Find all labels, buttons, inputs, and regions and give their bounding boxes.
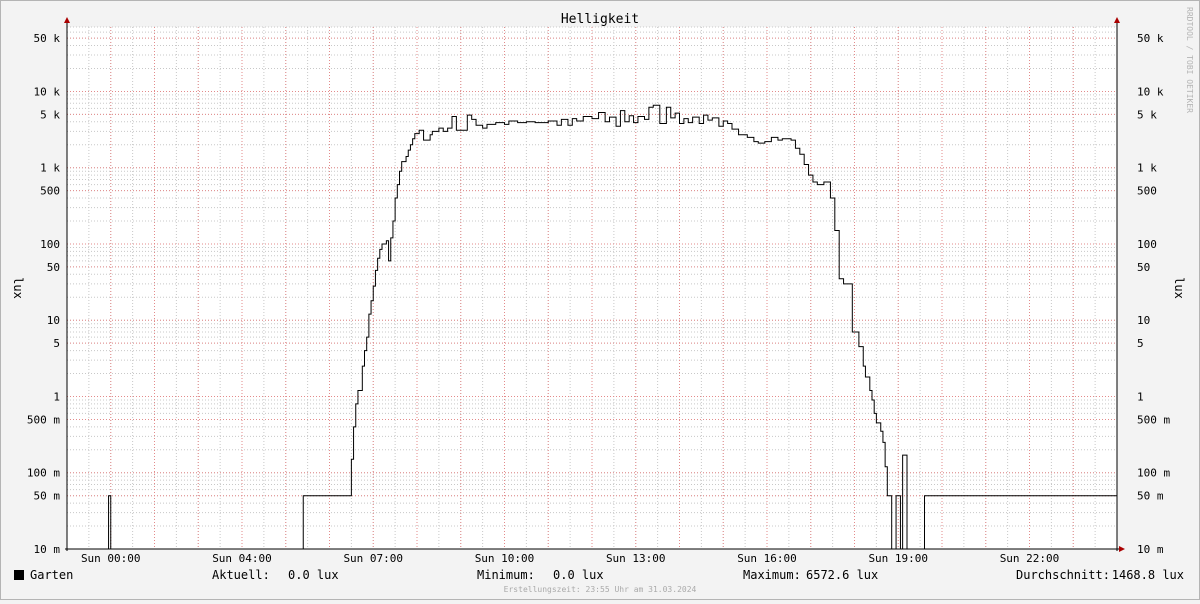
y-tick-label-left: 10 k xyxy=(34,85,61,98)
x-tick-label: Sun 13:00 xyxy=(606,552,666,565)
y-tick-label-left: 5 k xyxy=(40,108,60,121)
y-tick-label-left: 50 m xyxy=(34,490,61,503)
y-tick-label-left: 50 xyxy=(47,261,60,274)
legend-avg-label: Durchschnitt: xyxy=(1016,568,1110,582)
y-tick-label-right: 10 m xyxy=(1137,543,1164,556)
y-tick-label-right: 500 m xyxy=(1137,413,1170,426)
y-tick-label-left: 50 k xyxy=(34,32,61,45)
x-tick-label: Sun 04:00 xyxy=(212,552,272,565)
x-tick-label: Sun 22:00 xyxy=(1000,552,1060,565)
brightness-chart: 10 m 50 m 100 m 500 m 1 5 10 50 100 500 1 k 5 k 10 k… xyxy=(0,0,1200,600)
y-tick-label-left: 500 xyxy=(40,185,60,198)
x-tick-label: Sun 10:00 xyxy=(475,552,535,565)
legend-min-label: Minimum: xyxy=(477,568,535,582)
x-tick-label: Sun 07:00 xyxy=(343,552,403,565)
legend-swatch xyxy=(14,570,24,580)
y-tick-label-right: 100 m xyxy=(1137,467,1170,480)
y-tick-label-right: 500 xyxy=(1137,185,1157,198)
y-tick-label-left: 5 xyxy=(53,337,60,350)
y-tick-label-left: 10 xyxy=(47,314,60,327)
x-tick-label: Sun 00:00 xyxy=(81,552,141,565)
y-tick-label-right: 5 k xyxy=(1137,108,1157,121)
x-tick-label: Sun 16:00 xyxy=(737,552,797,565)
chart-canvas: 10 m 50 m 100 m 500 m 1 5 10 50 100 500 1 k 5 k 10 k… xyxy=(0,0,1200,600)
chart-title: Helligkeit xyxy=(561,12,639,27)
y-tick-label-left: 1 k xyxy=(40,162,60,175)
y-tick-label-left: 100 m xyxy=(27,467,60,480)
x-tick-label: Sun 19:00 xyxy=(868,552,928,565)
y-axis-label-right: lux xyxy=(1172,277,1186,299)
y-tick-label-right: 5 xyxy=(1137,337,1144,350)
y-tick-label-left: 500 m xyxy=(27,413,60,426)
y-tick-label-left: 10 m xyxy=(34,543,61,556)
y-tick-label-left: 1 xyxy=(53,390,60,403)
y-tick-label-right: 10 k xyxy=(1137,85,1164,98)
creation-time-footer: Erstellungszeit: 23:55 Uhr am 31.03.2024 xyxy=(504,585,697,594)
legend-max-label: Maximum: xyxy=(743,568,801,582)
legend-current-label: Aktuell: xyxy=(212,568,270,582)
legend-avg-value: 1468.8 lux xyxy=(1112,568,1184,582)
y-tick-label-right: 50 k xyxy=(1137,32,1164,45)
y-tick-label-right: 10 xyxy=(1137,314,1150,327)
legend-min-value: 0.0 lux xyxy=(553,568,604,582)
legend-max-value: 6572.6 lux xyxy=(806,568,878,582)
y-tick-label-right: 1 xyxy=(1137,390,1144,403)
watermark: RRDTOOL / TOBI OETIKER xyxy=(1185,7,1194,113)
y-tick-label-right: 50 xyxy=(1137,261,1150,274)
y-tick-label-left: 100 xyxy=(40,238,60,251)
y-axis-label-left: lux xyxy=(11,277,25,299)
y-tick-label-right: 100 xyxy=(1137,238,1157,251)
y-tick-label-right: 50 m xyxy=(1137,490,1164,503)
legend-series-name: Garten xyxy=(30,568,73,582)
y-tick-label-right: 1 k xyxy=(1137,162,1157,175)
legend-current-value: 0.0 lux xyxy=(288,568,339,582)
